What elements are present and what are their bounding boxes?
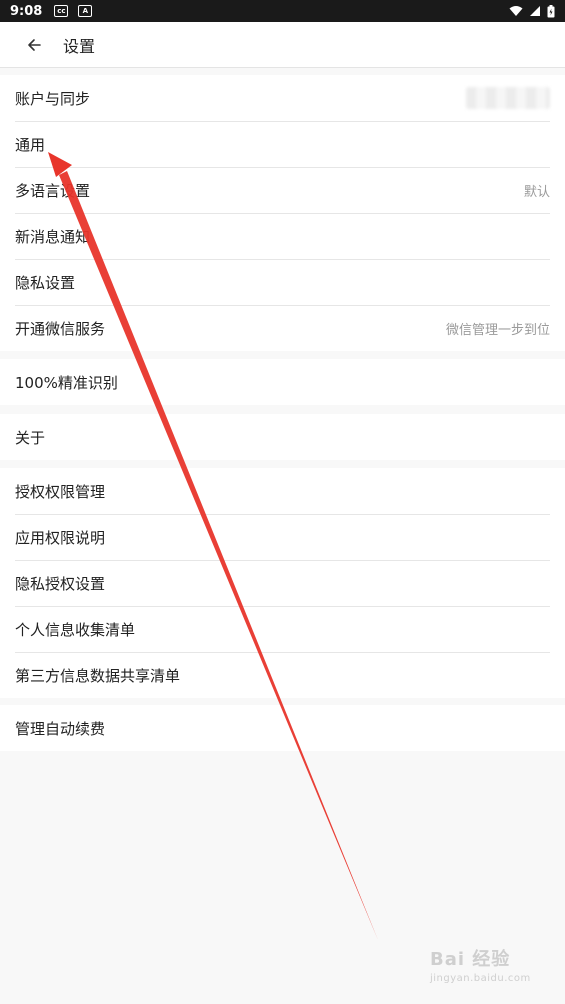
settings-item-label: 管理自动续费 [15,719,106,738]
captions-icon: cc [54,5,69,17]
baidu-watermark: Bai 经验 jingyan.baidu.com [430,945,550,995]
font-icon: A [78,5,93,17]
settings-item-label: 隐私授权设置 [15,574,106,593]
settings-group-about: 关于 [0,414,565,460]
settings-item-personal-info-list[interactable]: 个人信息收集清单 [0,606,565,652]
status-time: 9:08 [10,3,43,19]
settings-group-permissions: 授权权限管理 应用权限说明 隐私授权设置 个人信息收集清单 第三方信息数据共享清… [0,468,565,698]
settings-item-privacy-authorization[interactable]: 隐私授权设置 [0,560,565,606]
settings-item-label: 授权权限管理 [15,482,106,501]
wifi-icon [509,6,523,16]
settings-item-about[interactable]: 关于 [0,414,565,460]
settings-group-recognition: 100%精准识别 [0,359,565,405]
settings-item-auto-renewal[interactable]: 管理自动续费 [0,705,565,751]
settings-item-third-party-sharing[interactable]: 第三方信息数据共享清单 [0,652,565,698]
back-button[interactable] [21,32,47,58]
settings-item-precise-recognition[interactable]: 100%精准识别 [0,359,565,405]
settings-item-label: 通用 [15,135,46,154]
settings-item-value: 微信管理一步到位 [445,322,550,338]
settings-item-value: 默认 [523,184,550,200]
settings-screen: 9:08 cc A 设置 账户与同步 通用 多语言设置 默认 新消息通知 隐私设… [0,0,565,1004]
settings-item-wechat-service[interactable]: 开通微信服务 微信管理一步到位 [0,305,565,351]
settings-group-renewal: 管理自动续费 [0,705,565,751]
settings-item-label: 账户与同步 [15,89,91,108]
settings-item-permission-management[interactable]: 授权权限管理 [0,468,565,514]
settings-item-label: 新消息通知 [15,227,91,246]
settings-item-label: 个人信息收集清单 [15,620,136,639]
settings-item-label: 应用权限说明 [15,528,106,547]
status-bar: 9:08 cc A [0,0,565,22]
watermark-url: jingyan.baidu.com [430,973,531,984]
settings-item-notifications[interactable]: 新消息通知 [0,213,565,259]
settings-item-account-sync[interactable]: 账户与同步 [0,75,565,121]
settings-item-permission-description[interactable]: 应用权限说明 [0,514,565,560]
signal-icon [530,6,540,16]
settings-item-general[interactable]: 通用 [0,121,565,167]
page-title: 设置 [63,36,96,56]
settings-item-label: 多语言设置 [15,181,91,200]
settings-item-label: 开通微信服务 [15,319,106,338]
watermark-brand: Bai 经验 [430,949,511,970]
settings-item-label: 隐私设置 [15,273,76,292]
settings-group-main: 账户与同步 通用 多语言设置 默认 新消息通知 隐私设置 开通微信服务 微信管理… [0,75,565,351]
settings-item-language[interactable]: 多语言设置 默认 [0,167,565,213]
settings-item-label: 关于 [15,428,46,447]
settings-item-label: 第三方信息数据共享清单 [15,666,181,685]
app-bar: 设置 [0,22,565,68]
battery-icon [547,4,555,17]
account-value-redacted [466,87,550,109]
settings-item-privacy[interactable]: 隐私设置 [0,259,565,305]
settings-item-label: 100%精准识别 [15,373,118,392]
arrow-left-icon [28,38,41,51]
